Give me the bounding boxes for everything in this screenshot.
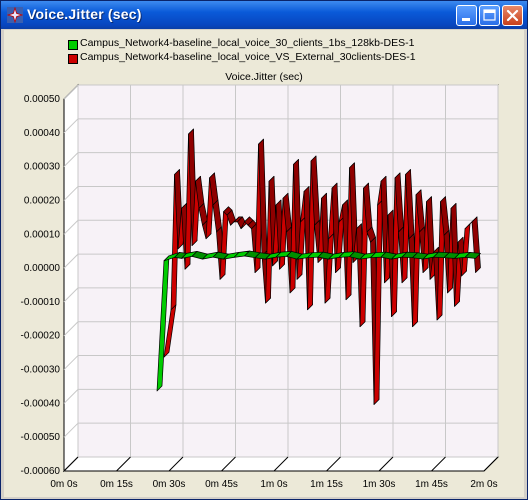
y-tick-label: -0.00030 xyxy=(21,365,61,376)
y-tick-label: 0.00030 xyxy=(24,162,61,173)
title-bar[interactable]: Voice.Jitter (sec) xyxy=(1,1,527,29)
y-tick-label: -0.00060 xyxy=(21,466,61,477)
y-tick-label: -0.00020 xyxy=(21,331,61,342)
x-tick-label: 1m 30s xyxy=(363,479,396,490)
x-tick-label: 1m 0s xyxy=(260,479,287,490)
minimize-icon xyxy=(462,18,470,21)
plot-svg: 0.00050 0.00040 0.00030 0.00020 0.00010 0.000… xyxy=(21,83,500,490)
x-tick-label: 0m 45s xyxy=(205,479,238,490)
chart-area: Campus_Network4-baseline_local_voice_30_… xyxy=(4,30,524,497)
minimize-button[interactable] xyxy=(456,5,477,26)
x-tick-label: 0m 15s xyxy=(100,479,133,490)
y-tick-label: 0.00040 xyxy=(24,128,61,139)
chart-window: Voice.Jitter (sec) Campus_Network4-basel… xyxy=(0,0,528,500)
y-tick-label: -0.00040 xyxy=(21,398,61,409)
y-tick-label: -0.00050 xyxy=(21,432,61,443)
x-tick-label: 0m 0s xyxy=(50,479,77,490)
maximize-button[interactable] xyxy=(479,5,500,26)
plot-left-wall xyxy=(63,83,79,473)
x-tick-label: 1m 45s xyxy=(415,479,448,490)
close-icon xyxy=(506,9,519,22)
window-title: Voice.Jitter (sec) xyxy=(27,6,142,22)
maximize-icon xyxy=(483,9,496,21)
y-tick-label: 0.00020 xyxy=(24,195,61,206)
close-button[interactable] xyxy=(502,5,523,26)
y-tick-label: 0.00010 xyxy=(24,229,61,240)
y-tick-label: 0.00050 xyxy=(24,94,61,105)
x-tick-label: 2m 0s xyxy=(470,479,497,490)
y-tick-label: 0.00000 xyxy=(24,263,61,274)
y-tick-label: -0.00010 xyxy=(21,297,61,308)
x-tick-label: 0m 30s xyxy=(153,479,186,490)
x-tick-label: 1m 15s xyxy=(310,479,343,490)
network-star-icon[interactable] xyxy=(7,7,23,23)
